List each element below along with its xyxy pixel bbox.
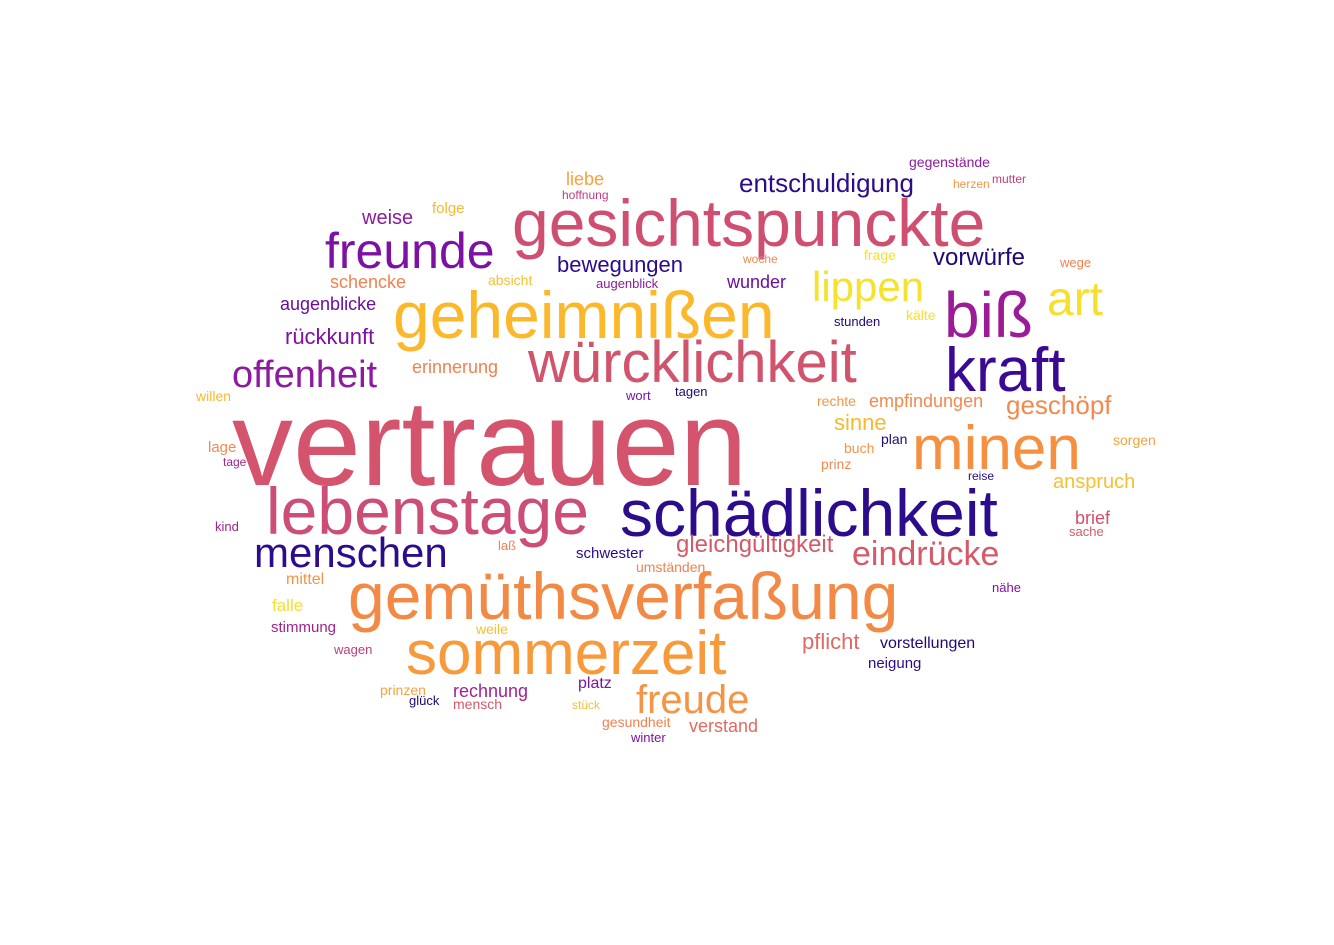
word: laß — [498, 538, 517, 553]
word: schwester — [576, 545, 644, 562]
word: eindrücke — [852, 535, 1000, 573]
word: verstand — [689, 716, 759, 736]
word: wege — [1060, 255, 1092, 270]
word: sorgen — [1113, 432, 1156, 448]
word: pflicht — [802, 629, 860, 654]
word: buch — [844, 440, 875, 456]
word: herzen — [953, 177, 990, 191]
word: gleichgültigkeit — [676, 531, 834, 558]
word: vorwürfe — [933, 244, 1026, 271]
word: rückkunft — [285, 324, 375, 349]
word: platz — [578, 675, 612, 692]
word: empfindungen — [869, 391, 984, 411]
word: wort — [626, 388, 651, 403]
word-cloud: vertrauen gemüthsverfaßung schädlichkeit… — [0, 0, 1334, 945]
word: mensch — [453, 696, 503, 712]
word: tage — [223, 455, 247, 469]
word: tagen — [675, 384, 708, 399]
word: gegenstände — [909, 154, 990, 170]
word: neigung — [868, 655, 922, 672]
word: woche — [743, 252, 778, 266]
word: plan — [881, 431, 908, 447]
word: entschuldigung — [739, 168, 914, 198]
word: augenblick — [596, 276, 659, 291]
word: liebe — [566, 169, 605, 189]
word: mutter — [992, 172, 1027, 186]
word: sinne — [834, 410, 887, 435]
word: erinnerung — [412, 357, 499, 377]
word: vorstellungen — [880, 635, 976, 652]
word: winter — [631, 730, 666, 745]
word: umständen — [636, 559, 706, 575]
word: sache — [1069, 524, 1104, 539]
word: lippen — [812, 263, 925, 310]
word: kälte — [906, 307, 936, 323]
word: reise — [968, 469, 995, 483]
word: absicht — [488, 272, 533, 288]
word: biß — [944, 279, 1033, 351]
word: bewegungen — [557, 252, 684, 277]
word: sommerzeit — [406, 619, 727, 688]
word: lage — [208, 439, 237, 456]
word: wagen — [334, 642, 373, 657]
word: anspruch — [1053, 471, 1136, 493]
word: nähe — [992, 580, 1021, 595]
word: stimmung — [271, 619, 337, 636]
word: rechte — [817, 393, 856, 409]
word: augenblicke — [280, 294, 377, 314]
word: geschöpf — [1006, 390, 1112, 420]
word: willen — [196, 388, 232, 404]
word: prinz — [821, 456, 852, 472]
word: weile — [476, 621, 508, 637]
word: kind — [215, 519, 239, 534]
word: mittel — [286, 571, 325, 588]
word: hoffnung — [562, 188, 609, 202]
word: weise — [362, 207, 414, 229]
word: offenheit — [232, 354, 378, 396]
word: wunder — [727, 272, 787, 292]
word: gesundheit — [602, 714, 671, 730]
word: glück — [409, 693, 440, 708]
word: art — [1047, 273, 1104, 326]
word: schencke — [330, 272, 407, 292]
word: menschen — [254, 529, 448, 576]
word: falle — [272, 596, 304, 615]
word: stück — [572, 698, 601, 712]
word: folge — [432, 200, 465, 217]
word: stunden — [834, 314, 881, 329]
word: frage — [864, 247, 896, 263]
word: freunde — [325, 223, 495, 279]
